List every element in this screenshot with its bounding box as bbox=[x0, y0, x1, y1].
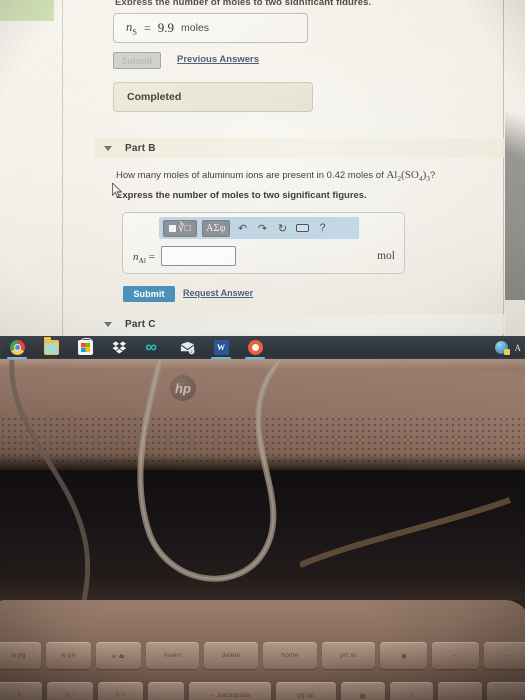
part-a-status-label: Completed bbox=[127, 91, 182, 103]
key-pg[interactable]: w pg bbox=[0, 642, 41, 669]
key-question[interactable]: ? bbox=[0, 682, 42, 700]
part-b-unit-label: mol bbox=[377, 250, 395, 262]
key-arrow-2[interactable]: ← bbox=[484, 642, 525, 669]
key-prt-sc[interactable]: prt sc bbox=[321, 642, 376, 669]
part-b-input-variable: nAl = bbox=[133, 251, 155, 265]
redo-icon[interactable]: ↷ bbox=[255, 220, 270, 237]
monitor-bezel: hp bbox=[0, 359, 525, 470]
taskbar-item-chrome[interactable] bbox=[0, 336, 34, 359]
part-a-value: 9.9 bbox=[157, 20, 175, 35]
part-b-instruction: Express the number of moles to two signi… bbox=[116, 190, 367, 201]
key-minus[interactable]: // - bbox=[46, 682, 93, 700]
bezel-sheen bbox=[0, 359, 525, 369]
part-a-variable: nS bbox=[126, 20, 137, 37]
part-c-title: Part C bbox=[125, 318, 156, 330]
part-b-question-suffix: ? bbox=[430, 170, 436, 181]
key-home[interactable]: home bbox=[263, 642, 317, 669]
scrollbar-gutter[interactable] bbox=[505, 0, 525, 300]
mail-icon: 2 bbox=[180, 341, 195, 355]
part-b-header[interactable]: Part B bbox=[95, 138, 505, 158]
photo-of-monitor: Express the number of moles to two signi… bbox=[0, 0, 525, 700]
keyboard-glyph bbox=[296, 224, 309, 232]
part-a-equals: = bbox=[143, 20, 151, 35]
key-symbol[interactable]: ▦ bbox=[340, 682, 385, 700]
key-slash[interactable]: / bbox=[389, 682, 434, 700]
part-b-question: How many moles of aluminum ions are pres… bbox=[116, 169, 446, 183]
input-equals: = bbox=[148, 251, 155, 263]
keyboard: w pg w pri w ⏏ insert delete home prt sc… bbox=[0, 600, 525, 700]
truncated-instruction: Express the number of moles to two signi… bbox=[115, 0, 435, 5]
part-b-submit-button[interactable]: Submit bbox=[123, 286, 175, 302]
desk-surface bbox=[0, 470, 525, 608]
help-icon[interactable]: ? bbox=[315, 220, 330, 237]
language-indicator[interactable]: A bbox=[515, 343, 522, 353]
key-dash[interactable]: - bbox=[487, 682, 525, 700]
part-b-title: Part B bbox=[125, 142, 156, 154]
undo-icon[interactable]: ↶ bbox=[235, 220, 250, 237]
key-pg-up[interactable]: pg up bbox=[275, 682, 336, 700]
homework-content: Express the number of moles to two signi… bbox=[0, 0, 505, 336]
part-b-answer-panel: ∛□ ΑΣφ ↶ ↷ ↻ ? nAl = mol bbox=[122, 212, 405, 274]
nth-root-icon: ∛□ bbox=[178, 222, 191, 234]
key-delete[interactable]: delete bbox=[204, 642, 259, 669]
file-explorer-icon bbox=[43, 337, 59, 355]
part-c-header[interactable]: Part C bbox=[95, 314, 505, 334]
input-variable-sub: Al bbox=[138, 256, 147, 266]
microsoft-store-icon bbox=[77, 338, 93, 355]
target-icon bbox=[247, 340, 263, 355]
taskbar-item-file-explorer[interactable] bbox=[34, 336, 68, 359]
key-blank[interactable] bbox=[148, 682, 185, 700]
key-backspace[interactable]: ← backspace bbox=[189, 682, 271, 700]
key-insert[interactable]: insert bbox=[145, 642, 200, 669]
part-a-submit-button: Submit bbox=[113, 52, 161, 69]
key-pri[interactable]: w pri bbox=[45, 642, 91, 669]
part-a-variable-sub: S bbox=[132, 26, 137, 37]
taskbar-item-microsoft-store[interactable] bbox=[68, 336, 102, 359]
formula-al: Al bbox=[386, 169, 398, 181]
bezel-shadow bbox=[0, 454, 525, 470]
globe-warning-icon[interactable] bbox=[494, 341, 510, 355]
system-tray: A bbox=[494, 336, 522, 359]
hp-logo: hp bbox=[170, 375, 196, 401]
taskbar-item-word[interactable]: W bbox=[204, 336, 238, 359]
taskbar-item-office[interactable]: ∞ bbox=[136, 336, 170, 359]
greek-symbols-button[interactable]: ΑΣφ bbox=[202, 219, 230, 237]
part-a-previous-answers-link[interactable]: Previous Answers bbox=[177, 54, 259, 65]
part-b-request-answer-link[interactable]: Request Answer bbox=[183, 288, 253, 298]
formula-so: SO bbox=[404, 169, 419, 181]
dropbox-icon bbox=[112, 341, 126, 354]
key-media[interactable]: ◉ bbox=[380, 642, 428, 669]
chrome-icon bbox=[9, 340, 25, 355]
chevron-down-icon[interactable] bbox=[104, 321, 112, 327]
part-b-input-row: nAl = mol bbox=[123, 243, 406, 273]
keyboard-row-2: ? // - // + ← backspace pg up ▦ / . - bbox=[0, 682, 525, 700]
key-period[interactable]: . bbox=[438, 682, 483, 700]
part-b-formula: Al2(SO4)3 bbox=[386, 169, 430, 182]
part-b-answer-input[interactable] bbox=[161, 246, 236, 266]
key-arrow-1[interactable]: ← bbox=[432, 642, 480, 669]
monitor-screen: Express the number of moles to two signi… bbox=[0, 0, 525, 336]
part-a-unit: moles bbox=[181, 22, 210, 34]
keyboard-row-1: w pg w pri w ⏏ insert delete home prt sc… bbox=[0, 642, 525, 669]
taskbar-item-target-app[interactable] bbox=[238, 336, 272, 359]
template-square-icon bbox=[169, 224, 177, 232]
taskbar-item-dropbox[interactable] bbox=[102, 336, 136, 359]
key-plus[interactable]: // + bbox=[97, 682, 144, 700]
windows-taskbar: ∞ 2 W A bbox=[0, 336, 525, 359]
key-eject[interactable]: w ⏏ bbox=[95, 642, 141, 669]
reset-icon[interactable]: ↻ bbox=[275, 220, 290, 237]
math-template-icon[interactable]: ∛□ bbox=[163, 219, 197, 237]
taskbar-item-mail[interactable]: 2 bbox=[170, 336, 204, 359]
keyboard-icon[interactable] bbox=[295, 220, 310, 237]
word-icon: W bbox=[213, 340, 229, 355]
infinity-icon: ∞ bbox=[145, 339, 157, 356]
part-b-question-prefix: How many moles of aluminum ions are pres… bbox=[116, 170, 387, 181]
mouse-cursor-icon bbox=[112, 183, 123, 198]
part-a-status-box: Completed bbox=[113, 82, 313, 112]
part-a-answer-box: nS = 9.9 moles bbox=[113, 13, 308, 43]
math-toolbar: ∛□ ΑΣφ ↶ ↷ ↻ ? bbox=[159, 217, 359, 239]
chevron-down-icon[interactable] bbox=[104, 145, 112, 151]
